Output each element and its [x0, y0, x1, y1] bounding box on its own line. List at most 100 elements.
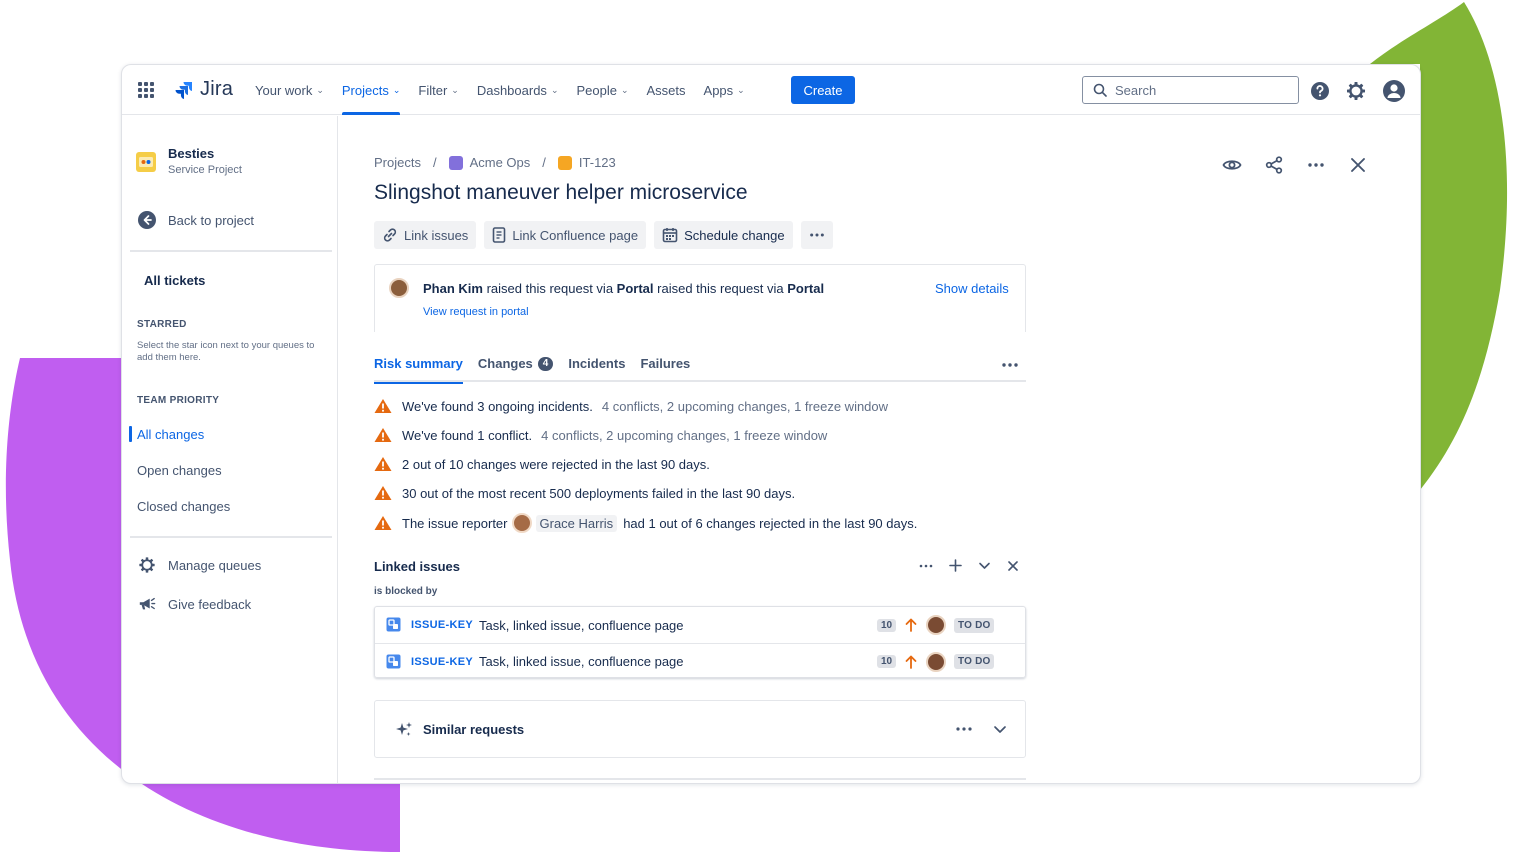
- back-to-project-link[interactable]: Back to project: [138, 211, 254, 229]
- breadcrumb-projects[interactable]: Projects: [374, 155, 421, 170]
- nav-label: Your work: [255, 82, 313, 98]
- close-icon[interactable]: [1348, 155, 1368, 175]
- tab-failures[interactable]: Failures: [640, 356, 690, 382]
- nav-projects[interactable]: Projects ⌄: [341, 65, 401, 115]
- jira-wordmark: Jira: [200, 78, 234, 100]
- risk-text: The issue reporter: [402, 515, 508, 531]
- manage-queues-label: Manage queues: [168, 557, 262, 573]
- settings-icon[interactable]: [1346, 81, 1366, 101]
- tab-incidents[interactable]: Incidents: [568, 356, 625, 382]
- share-icon[interactable]: [1264, 155, 1284, 175]
- link-issues-button[interactable]: Link issues: [374, 221, 477, 249]
- request-channel: Portal: [616, 281, 654, 296]
- status-badge[interactable]: TO DO: [954, 654, 995, 669]
- top-navigation: Jira Your work ⌄ Projects ⌄ Filter ⌄ Dashbo…: [122, 65, 1420, 115]
- jira-logo[interactable]: Jira: [174, 78, 233, 101]
- reporter-name[interactable]: Phan Kim: [423, 281, 483, 296]
- risk-text: We've found 3 ongoing incidents.: [402, 398, 593, 414]
- search-input[interactable]: [1115, 82, 1285, 98]
- manage-queues-link[interactable]: Manage queues: [138, 556, 261, 574]
- similar-requests-panel[interactable]: Similar requests: [374, 700, 1026, 758]
- project-header[interactable]: Besties Service Project: [136, 146, 242, 176]
- nav-your-work[interactable]: Your work ⌄: [255, 65, 324, 115]
- all-tickets-link[interactable]: All tickets: [144, 273, 205, 288]
- subtask-type-icon: [386, 617, 401, 632]
- breadcrumb-project[interactable]: Acme Ops: [470, 155, 531, 170]
- nav-label: Apps: [703, 82, 734, 98]
- risk-text: 30 out of the most recent 500 deployment…: [402, 485, 796, 501]
- project-icon: [448, 155, 463, 170]
- risk-text: 2 out of 10 changes were rejected in the…: [402, 456, 710, 472]
- watch-eye-icon[interactable]: [1222, 155, 1242, 175]
- stage: Jira Your work ⌄ Projects ⌄ Filter ⌄ Dashbo…: [0, 0, 1529, 860]
- project-name: Besties: [168, 146, 215, 161]
- more-actions-button[interactable]: [800, 221, 833, 249]
- more-icon[interactable]: [1306, 155, 1326, 175]
- linked-issues-list: ISSUE-KEY Task, linked issue, confluence…: [374, 606, 1026, 678]
- risk-details: 4 conflicts, 2 upcoming changes, 1 freez…: [601, 398, 889, 414]
- story-points-badge: 10: [877, 618, 897, 632]
- link-relation-label: is blocked by: [374, 586, 438, 597]
- tab-changes[interactable]: Changes 4: [478, 356, 554, 382]
- nav-apps[interactable]: Apps ⌄: [704, 65, 745, 115]
- chevron-down-icon[interactable]: [978, 559, 991, 572]
- tab-label: Risk summary: [374, 356, 463, 371]
- close-icon[interactable]: [1007, 560, 1019, 572]
- app-switcher-icon[interactable]: [138, 82, 154, 98]
- add-icon[interactable]: [949, 559, 962, 572]
- breadcrumb-issue-key[interactable]: IT-123: [579, 155, 616, 170]
- search-box[interactable]: [1082, 76, 1299, 104]
- user-mention[interactable]: Grace Harris: [535, 514, 618, 532]
- chevron-down-icon: ⌄: [316, 84, 324, 95]
- linked-issue-row[interactable]: ISSUE-KEY Task, linked issue, confluence…: [375, 643, 1025, 679]
- more-icon[interactable]: [919, 563, 933, 569]
- chevron-down-icon: ⌄: [392, 84, 401, 95]
- risk-item: We've found 3 ongoing incidents. 4 confl…: [374, 398, 888, 414]
- issue-key[interactable]: ISSUE-KEY: [411, 656, 473, 668]
- tab-risk-summary[interactable]: Risk summary: [374, 356, 463, 384]
- nav-filter[interactable]: Filter ⌄: [418, 65, 458, 115]
- issue-title[interactable]: Slingshot maneuver helper microservice: [374, 181, 748, 205]
- assignee-avatar: [926, 615, 946, 635]
- document-icon: [493, 227, 506, 243]
- give-feedback-link[interactable]: Give feedback: [138, 595, 251, 613]
- risk-text: had 1 out of 6 changes rejected in the l…: [623, 515, 918, 531]
- arrow-left-icon: [138, 211, 156, 229]
- schedule-change-button[interactable]: Schedule change: [654, 221, 793, 249]
- warning-icon: [374, 457, 392, 471]
- link-confluence-button[interactable]: Link Confluence page: [484, 221, 647, 249]
- issue-summary[interactable]: Task, linked issue, confluence page: [479, 618, 684, 633]
- queue-open-changes[interactable]: Open changes: [137, 463, 222, 478]
- chevron-down-icon[interactable]: [993, 722, 1007, 736]
- starred-heading: STARRED: [137, 319, 187, 330]
- queue-closed-changes[interactable]: Closed changes: [137, 499, 230, 514]
- linked-issue-row[interactable]: ISSUE-KEY Task, linked issue, confluence…: [375, 607, 1025, 643]
- show-details-link[interactable]: Show details: [935, 281, 1009, 296]
- queue-all-changes[interactable]: All changes: [128, 426, 204, 442]
- more-icon[interactable]: [955, 726, 973, 732]
- request-text: raised this request via: [657, 281, 784, 296]
- starred-hint: Select the star icon next to your queues…: [137, 340, 315, 363]
- issue-summary[interactable]: Task, linked issue, confluence page: [479, 654, 684, 669]
- issue-key[interactable]: ISSUE-KEY: [411, 619, 473, 631]
- risk-text: We've found 1 conflict.: [402, 427, 533, 443]
- nav-people[interactable]: People ⌄: [576, 65, 628, 115]
- warning-icon: [374, 516, 392, 530]
- status-badge[interactable]: TO DO: [954, 617, 995, 633]
- tabs-more-icon[interactable]: [1000, 358, 1020, 372]
- more-icon: [809, 233, 824, 237]
- team-priority-heading: TEAM PRIORITY: [137, 395, 220, 406]
- profile-icon[interactable]: [1382, 79, 1406, 103]
- help-icon[interactable]: [1310, 81, 1330, 101]
- create-button[interactable]: Create: [791, 76, 855, 104]
- jira-logo-icon: [175, 81, 192, 99]
- view-request-in-portal-link[interactable]: View request in portal: [423, 306, 529, 318]
- nav-assets[interactable]: Assets: [647, 65, 686, 115]
- schedule-change-label: Schedule change: [684, 227, 785, 243]
- sidebar: Besties Service Project Back to project …: [122, 116, 338, 783]
- tab-label: Incidents: [568, 356, 626, 371]
- gear-icon: [139, 557, 155, 573]
- back-label: Back to project: [168, 212, 254, 228]
- change-type-icon: [557, 155, 572, 170]
- nav-dashboards[interactable]: Dashboards ⌄: [477, 65, 559, 115]
